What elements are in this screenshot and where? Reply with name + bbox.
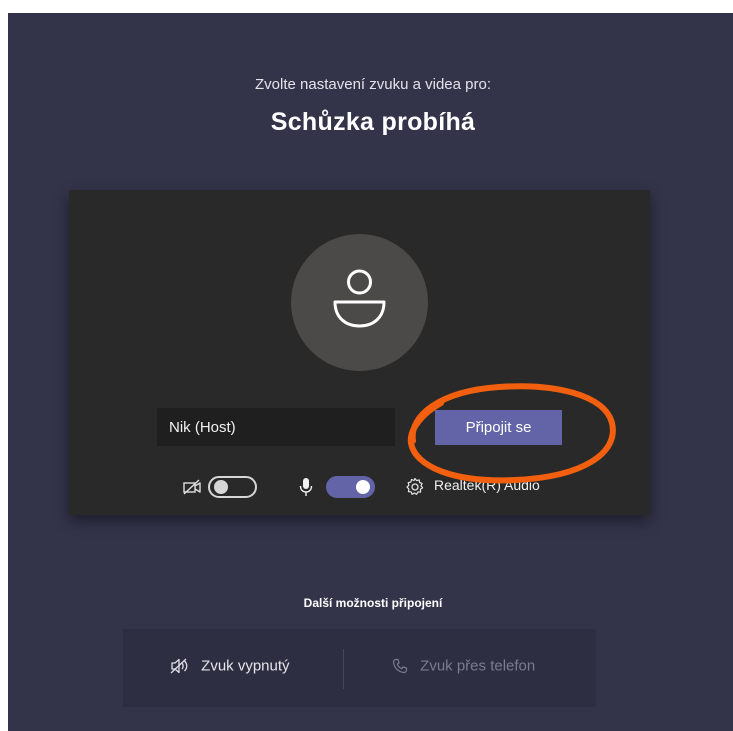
camera-toggle-knob: [214, 480, 228, 494]
join-button[interactable]: Připojit se: [435, 410, 562, 445]
microphone-toggle-knob: [356, 480, 370, 494]
phone-audio-option[interactable]: Zvuk přes telefon: [392, 657, 535, 675]
microphone-toggle[interactable]: [326, 476, 375, 498]
phone-icon: [392, 658, 408, 674]
pre-join-screen: Zvolte nastavení zvuku a videa pro: Schů…: [8, 13, 733, 731]
join-options-panel: Zvuk vypnutý Zvuk přes telefon: [123, 629, 596, 707]
cropped-top-strip: [0, 0, 733, 13]
video-preview-panel: Připojit se Realtek(R) Aud: [69, 190, 650, 515]
microphone-icon: [299, 478, 313, 496]
camera-off-icon: [183, 479, 201, 495]
meeting-title: Schůzka probíhá: [270, 108, 476, 136]
options-divider: [343, 649, 344, 689]
avatar: [291, 234, 428, 371]
audio-off-option[interactable]: Zvuk vypnutý: [169, 657, 290, 675]
device-controls: Realtek(R) Audio: [69, 472, 650, 502]
display-name-input[interactable]: [157, 408, 395, 446]
more-options-heading: Další možnosti připojení: [303, 596, 443, 610]
camera-toggle[interactable]: [208, 476, 257, 498]
pre-join-subtitle: Zvolte nastavení zvuku a videa pro:: [255, 76, 491, 93]
gear-icon[interactable]: [405, 477, 425, 497]
avatar-person-icon: [333, 269, 386, 328]
speaker-off-icon: [170, 658, 188, 674]
phone-audio-label: Zvuk přes telefon: [420, 657, 536, 675]
audio-off-label: Zvuk vypnutý: [201, 657, 290, 675]
audio-device-label[interactable]: Realtek(R) Audio: [434, 477, 540, 493]
